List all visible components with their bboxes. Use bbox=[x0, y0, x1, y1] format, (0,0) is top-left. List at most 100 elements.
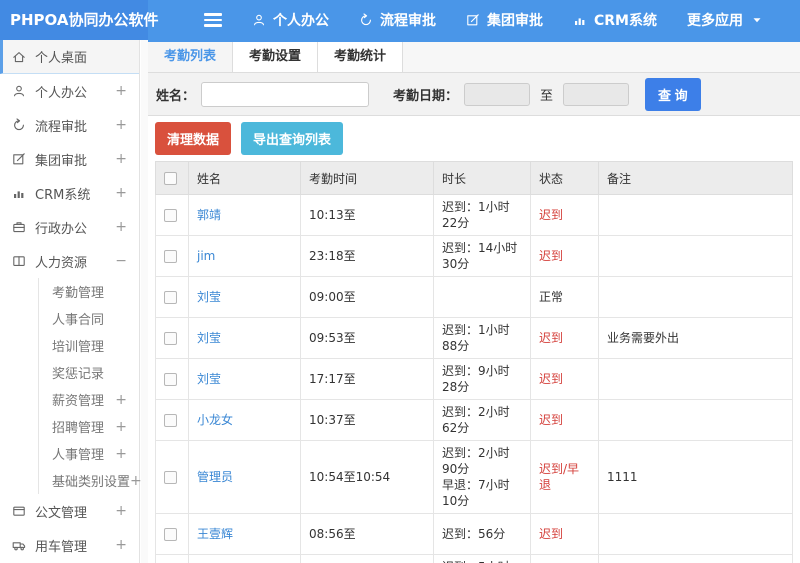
employee-name-link[interactable]: 管理员 bbox=[197, 470, 233, 484]
topnav-item-流程审批[interactable]: 流程审批 bbox=[359, 10, 436, 30]
row-checkbox[interactable] bbox=[164, 290, 177, 304]
top-nav: 个人办公 流程审批 集团审批 CRM系统 更多应用 bbox=[252, 10, 794, 30]
clean-data-button[interactable]: 清理数据 bbox=[155, 122, 232, 155]
name-cell: 管理员 bbox=[188, 440, 301, 514]
column-header-姓名: 姓名 bbox=[188, 161, 301, 195]
duration-cell: 迟到：9小时28分 bbox=[433, 358, 531, 400]
hamburger-icon[interactable] bbox=[204, 13, 222, 27]
row-checkbox[interactable] bbox=[164, 208, 177, 222]
expander-icon: + bbox=[115, 503, 127, 519]
sidebar-subitem-培训管理[interactable]: 培训管理 bbox=[39, 332, 139, 359]
note-cell: 业务需要外出 bbox=[598, 317, 793, 359]
expander-icon: + bbox=[115, 151, 127, 167]
table-row: 郭靖 10:13至 迟到：1小时22分 迟到 bbox=[155, 194, 793, 236]
status-text: 正常 bbox=[539, 290, 564, 304]
tab-strip: 考勤列表 考勤设置 考勤统计 bbox=[148, 42, 800, 73]
checkbox-cell bbox=[155, 235, 189, 277]
column-header-考勤时间: 考勤时间 bbox=[300, 161, 434, 195]
topnav-item-集团审批[interactable]: 集团审批 bbox=[466, 10, 543, 30]
checkbox-cell bbox=[155, 513, 189, 555]
row-checkbox[interactable] bbox=[164, 331, 177, 345]
status-text: 迟到 bbox=[539, 208, 564, 222]
employee-name-link[interactable]: 刘莹 bbox=[197, 331, 221, 345]
expander-icon: + bbox=[115, 117, 127, 133]
book-icon bbox=[12, 254, 26, 268]
name-cell: 小龙女 bbox=[188, 399, 301, 441]
row-checkbox[interactable] bbox=[164, 470, 177, 484]
sidebar: 个人桌面 个人办公 + 流程审批 + 集团审批 + CRM系统 + 行政办公 + 人力资源 − 考勤管理人… bbox=[0, 40, 142, 563]
topnav-item-label: 更多应用 bbox=[687, 13, 743, 29]
sidebar-item-CRM系统[interactable]: CRM系统 + bbox=[0, 176, 139, 210]
topnav-item-CRM系统[interactable]: CRM系统 bbox=[573, 10, 657, 30]
row-checkbox[interactable] bbox=[164, 527, 177, 541]
employee-name-link[interactable]: 郭靖 bbox=[197, 208, 221, 222]
sidebar-item-个人办公[interactable]: 个人办公 + bbox=[0, 74, 139, 108]
expander-icon: + bbox=[115, 219, 127, 235]
employee-name-link[interactable]: jim bbox=[197, 249, 215, 263]
topnav-item-更多应用[interactable]: 更多应用 bbox=[687, 10, 764, 30]
topnav-item-个人办公[interactable]: 个人办公 bbox=[252, 10, 329, 30]
sidebar-item-人力资源[interactable]: 人力资源 − bbox=[0, 244, 139, 278]
note-cell bbox=[598, 358, 793, 400]
car-icon bbox=[12, 538, 26, 552]
name-input[interactable] bbox=[201, 81, 370, 107]
checkbox-cell bbox=[155, 317, 189, 359]
sidebar-subitem-人事管理[interactable]: 人事管理 + bbox=[39, 440, 139, 467]
name-cell: 刘莹 bbox=[188, 358, 301, 400]
tab-考勤列表[interactable]: 考勤列表 bbox=[148, 42, 234, 72]
search-button[interactable]: 查 询 bbox=[645, 77, 701, 111]
name-cell: 郭靖 bbox=[188, 194, 301, 236]
expander-icon: + bbox=[115, 537, 127, 553]
topnav-item-label: 个人办公 bbox=[273, 13, 329, 29]
duration-cell: 迟到：1小时88分 bbox=[433, 317, 531, 359]
time-cell: 10:37至 bbox=[300, 399, 434, 441]
row-checkbox[interactable] bbox=[164, 413, 177, 427]
status-cell: 迟到 bbox=[530, 399, 599, 441]
status-text: 迟到 bbox=[539, 413, 564, 427]
sidebar-subitem-基础类别设置[interactable]: 基础类别设置 + bbox=[39, 467, 142, 494]
checkbox-cell bbox=[155, 399, 189, 441]
status-cell: 正常 bbox=[530, 276, 599, 318]
row-checkbox[interactable] bbox=[164, 372, 177, 386]
sidebar-subitem-考勤管理[interactable]: 考勤管理 bbox=[39, 278, 139, 305]
sidebar-scrollbar-track[interactable] bbox=[141, 40, 148, 563]
sidebar-item-个人桌面[interactable]: 个人桌面 bbox=[0, 40, 139, 74]
name-cell: 刘莹 bbox=[188, 276, 301, 318]
attendance-table: 姓名 考勤时间 时长 状态 备注 郭靖 10:13至 迟到：1小时22分 迟到 jim 23:18… bbox=[155, 161, 793, 563]
sidebar-item-label: 用车管理 bbox=[35, 539, 88, 555]
sidebar-subitem-招聘管理[interactable]: 招聘管理 + bbox=[39, 413, 139, 440]
sidebar-subitem-奖惩记录[interactable]: 奖惩记录 bbox=[39, 359, 139, 386]
expander-icon: + bbox=[115, 418, 127, 435]
employee-name-link[interactable]: 王壹辉 bbox=[197, 527, 233, 541]
sidebar-item-公文管理[interactable]: 公文管理 + bbox=[0, 494, 139, 528]
briefcase-icon bbox=[12, 220, 26, 234]
note-cell: 1111 bbox=[598, 440, 793, 514]
date-from-input[interactable] bbox=[464, 82, 531, 106]
sidebar-item-行政办公[interactable]: 行政办公 + bbox=[0, 210, 139, 244]
home-icon bbox=[12, 50, 26, 64]
note-cell bbox=[598, 554, 793, 563]
name-label: 姓名： bbox=[156, 88, 196, 104]
sidebar-subitem-人事合同[interactable]: 人事合同 bbox=[39, 305, 139, 332]
sidebar-item-流程审批[interactable]: 流程审批 + bbox=[0, 108, 139, 142]
sidebar-item-用车管理[interactable]: 用车管理 + bbox=[0, 528, 139, 562]
select-all-header-cell bbox=[155, 161, 189, 195]
date-to-input[interactable] bbox=[563, 82, 630, 106]
employee-name-link[interactable]: 刘莹 bbox=[197, 372, 221, 386]
select-all-checkbox[interactable] bbox=[164, 171, 177, 185]
sidebar-item-集团审批[interactable]: 集团审批 + bbox=[0, 142, 139, 176]
expander-icon: − bbox=[115, 253, 127, 269]
employee-name-link[interactable]: 刘莹 bbox=[197, 290, 221, 304]
expander-icon: + bbox=[115, 185, 127, 201]
row-checkbox[interactable] bbox=[164, 249, 177, 263]
topnav-item-label: 流程审批 bbox=[380, 13, 436, 29]
employee-name-link[interactable]: 小龙女 bbox=[197, 413, 233, 427]
tab-考勤设置[interactable]: 考勤设置 bbox=[233, 42, 319, 72]
sidebar-subitem-薪资管理[interactable]: 薪资管理 + bbox=[39, 386, 139, 413]
status-text: 迟到 bbox=[539, 527, 564, 541]
chart-icon bbox=[12, 186, 26, 200]
export-list-button[interactable]: 导出查询列表 bbox=[241, 122, 344, 155]
filter-bar: 姓名： 考勤日期： 至 查 询 bbox=[148, 73, 800, 116]
tab-考勤统计[interactable]: 考勤统计 bbox=[318, 42, 404, 72]
duration-cell: 迟到：56分 bbox=[433, 513, 531, 555]
